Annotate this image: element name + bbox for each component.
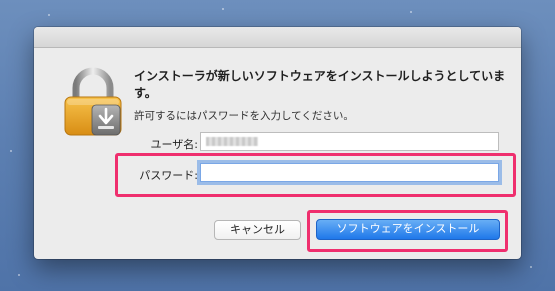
lock-icon [61,67,125,139]
authentication-dialog: インストーラが新しいソフトウェアをインストールしようとしています。 許可するには… [34,27,521,259]
dialog-heading: インストーラが新しいソフトウェアをインストールしようとしています。 [134,69,506,100]
dialog-subtext: 許可するにはパスワードを入力してください。 [134,110,354,122]
username-label: ユーザ名: [150,138,199,151]
username-field[interactable] [200,132,499,151]
cancel-button[interactable]: キャンセル [214,220,301,240]
password-highlight-box [115,153,516,197]
install-highlight-box [307,210,508,252]
dialog-titlebar [34,27,521,48]
username-value-redacted [206,137,258,146]
